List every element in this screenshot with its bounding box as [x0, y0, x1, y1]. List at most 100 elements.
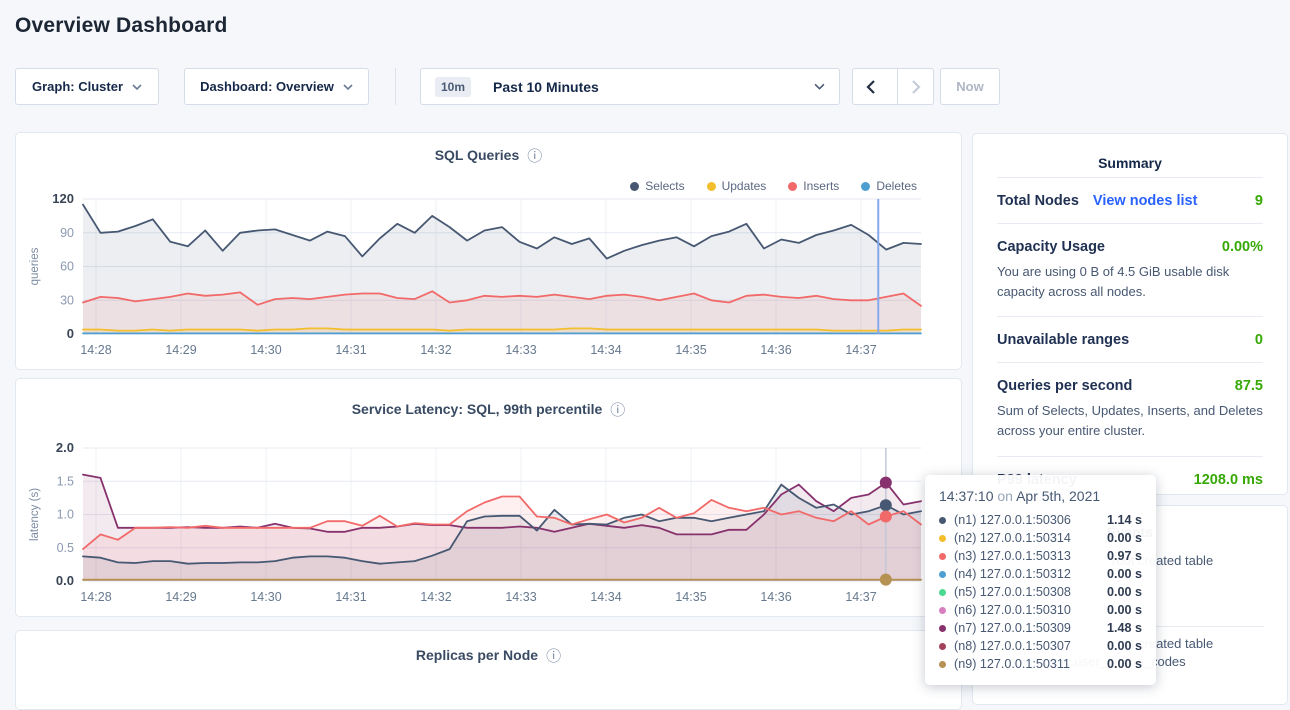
- summary-description: Sum of Selects, Updates, Inserts, and De…: [997, 401, 1263, 441]
- chart-tooltip: 14:37:10 on Apr 5th, 2021 (n1) 127.0.0.1…: [925, 475, 1156, 685]
- dashboard-dropdown-label: Dashboard: Overview: [200, 79, 334, 94]
- tooltip-row: (n9) 127.0.0.1:50311 0.00 s: [939, 655, 1142, 673]
- svg-text:0.5: 0.5: [57, 541, 74, 555]
- node-address: (n9) 127.0.0.1:50311: [954, 657, 1070, 671]
- svg-text:14:35: 14:35: [675, 590, 706, 604]
- summary-row-capacity: Capacity Usage 0.00% You are using 0 B o…: [997, 223, 1263, 316]
- now-button[interactable]: Now: [940, 68, 1000, 105]
- node-color-dot: [939, 607, 946, 614]
- node-latency-value: 0.00 s: [1107, 603, 1142, 617]
- service-latency-chart-card: Service Latency: SQL, 99th percentileⓘ 1…: [15, 378, 962, 617]
- node-color-dot: [939, 553, 946, 560]
- node-color-dot: [939, 589, 946, 596]
- chevron-down-icon: [814, 83, 825, 90]
- tooltip-row: (n7) 127.0.0.1:503091.48 s: [939, 619, 1142, 637]
- node-color-dot: [939, 643, 946, 650]
- svg-text:14:31: 14:31: [335, 590, 366, 604]
- svg-text:90: 90: [60, 226, 74, 240]
- node-latency-value: 1.14 s: [1107, 513, 1142, 527]
- toolbar-divider: [395, 68, 396, 105]
- svg-text:14:35: 14:35: [675, 343, 706, 357]
- svg-text:14:34: 14:34: [590, 590, 621, 604]
- svg-text:14:29: 14:29: [165, 590, 196, 604]
- svg-text:14:37: 14:37: [845, 590, 876, 604]
- summary-value: 87.5: [1235, 378, 1263, 394]
- tooltip-row: (n5) 127.0.0.1:50308 0.00 s: [939, 583, 1142, 601]
- tooltip-row: (n6) 127.0.0.1:50310 0.00 s: [939, 601, 1142, 619]
- node-color-dot: [939, 625, 946, 632]
- summary-description: You are using 0 B of 4.5 GiB usable disk…: [997, 262, 1263, 302]
- svg-text:latency (s): latency (s): [29, 488, 41, 541]
- time-range-badge: 10m: [435, 77, 471, 97]
- summary-label: Total Nodes: [997, 193, 1079, 209]
- svg-text:14:32: 14:32: [420, 590, 451, 604]
- node-address: (n6) 127.0.0.1:50310: [954, 603, 1071, 617]
- summary-panel: Summary Total Nodes View nodes list 9 Ca…: [972, 133, 1288, 495]
- replicas-chart-card: Replicas per Node ⓘ: [15, 630, 962, 710]
- summary-label: Queries per second: [997, 378, 1132, 394]
- summary-label: Unavailable ranges: [997, 332, 1129, 348]
- node-address: (n8) 127.0.0.1:50307: [954, 639, 1071, 653]
- time-range-label: Past 10 Minutes: [493, 79, 599, 95]
- svg-text:2.0: 2.0: [56, 440, 74, 455]
- svg-text:30: 30: [60, 293, 74, 307]
- tooltip-row: (n4) 127.0.0.1:50312 0.00 s: [939, 565, 1142, 583]
- svg-text:1.5: 1.5: [57, 474, 74, 488]
- page-title: Overview Dashboard: [15, 14, 228, 38]
- replicas-chart-title: Replicas per Node: [416, 647, 538, 663]
- node-address: (n2) 127.0.0.1:50314: [954, 531, 1071, 545]
- svg-text:120: 120: [52, 191, 74, 206]
- service-latency-plot[interactable]: 14:2814:2914:3014:3114:3214:3314:3414:35…: [16, 379, 963, 617]
- svg-text:14:36: 14:36: [760, 343, 791, 357]
- svg-text:14:33: 14:33: [505, 343, 536, 357]
- tooltip-row: (n3) 127.0.0.1:503130.97 s: [939, 547, 1142, 565]
- node-latency-value: 0.00 s: [1107, 657, 1142, 671]
- node-latency-value: 0.00 s: [1107, 585, 1142, 599]
- node-color-dot: [939, 517, 946, 524]
- tooltip-row: (n8) 127.0.0.1:503070.00 s: [939, 637, 1142, 655]
- svg-text:14:28: 14:28: [80, 343, 111, 357]
- chevron-left-icon: [866, 80, 876, 94]
- info-icon[interactable]: ⓘ: [546, 645, 561, 666]
- dashboard-dropdown[interactable]: Dashboard: Overview: [184, 68, 369, 105]
- svg-text:0: 0: [67, 326, 74, 341]
- node-latency-value: 0.00 s: [1107, 567, 1142, 581]
- node-color-dot: [939, 571, 946, 578]
- summary-row-unavailable-ranges: Unavailable ranges 0: [997, 316, 1263, 362]
- summary-title: Summary: [997, 134, 1263, 177]
- graph-dropdown[interactable]: Graph: Cluster: [15, 68, 159, 105]
- svg-text:14:36: 14:36: [760, 590, 791, 604]
- time-nav-group: [852, 68, 934, 105]
- node-address: (n4) 127.0.0.1:50312: [954, 567, 1071, 581]
- summary-row-qps: Queries per second 87.5 Sum of Selects, …: [997, 362, 1263, 455]
- summary-value: 0: [1255, 332, 1263, 348]
- chevron-right-icon: [911, 80, 921, 94]
- node-latency-value: 0.97 s: [1107, 549, 1142, 563]
- node-address: (n1) 127.0.0.1:50306: [954, 513, 1071, 527]
- tooltip-row: (n2) 127.0.0.1:50314 0.00 s: [939, 529, 1142, 547]
- time-prev-button[interactable]: [853, 69, 888, 104]
- node-latency-value: 0.00 s: [1107, 531, 1142, 545]
- tooltip-row: (n1) 127.0.0.1:50306 1.14 s: [939, 511, 1142, 529]
- sql-queries-plot[interactable]: 14:2814:2914:3014:3114:3214:3314:3414:35…: [16, 133, 963, 371]
- node-address: (n5) 127.0.0.1:50308: [954, 585, 1071, 599]
- svg-text:14:29: 14:29: [165, 343, 196, 357]
- svg-text:60: 60: [60, 260, 74, 274]
- svg-text:14:30: 14:30: [250, 343, 281, 357]
- view-nodes-list-link[interactable]: View nodes list: [1093, 193, 1198, 209]
- sql-queries-chart-card: SQL Queriesⓘ SelectsUpdatesInsertsDelete…: [15, 132, 962, 370]
- svg-text:14:30: 14:30: [250, 590, 281, 604]
- svg-text:14:33: 14:33: [505, 590, 536, 604]
- time-next-button[interactable]: [897, 69, 933, 104]
- summary-row-total-nodes: Total Nodes View nodes list 9: [997, 177, 1263, 223]
- time-range-dropdown[interactable]: 10m Past 10 Minutes: [420, 68, 840, 105]
- svg-text:1.0: 1.0: [57, 508, 74, 522]
- node-address: (n7) 127.0.0.1:50309: [954, 621, 1071, 635]
- graph-dropdown-label: Graph: Cluster: [32, 79, 123, 94]
- node-color-dot: [939, 661, 946, 668]
- chevron-down-icon: [132, 84, 142, 90]
- summary-value: 9: [1255, 193, 1263, 209]
- summary-label: Capacity Usage: [997, 239, 1105, 255]
- node-color-dot: [939, 535, 946, 542]
- svg-text:14:34: 14:34: [590, 343, 621, 357]
